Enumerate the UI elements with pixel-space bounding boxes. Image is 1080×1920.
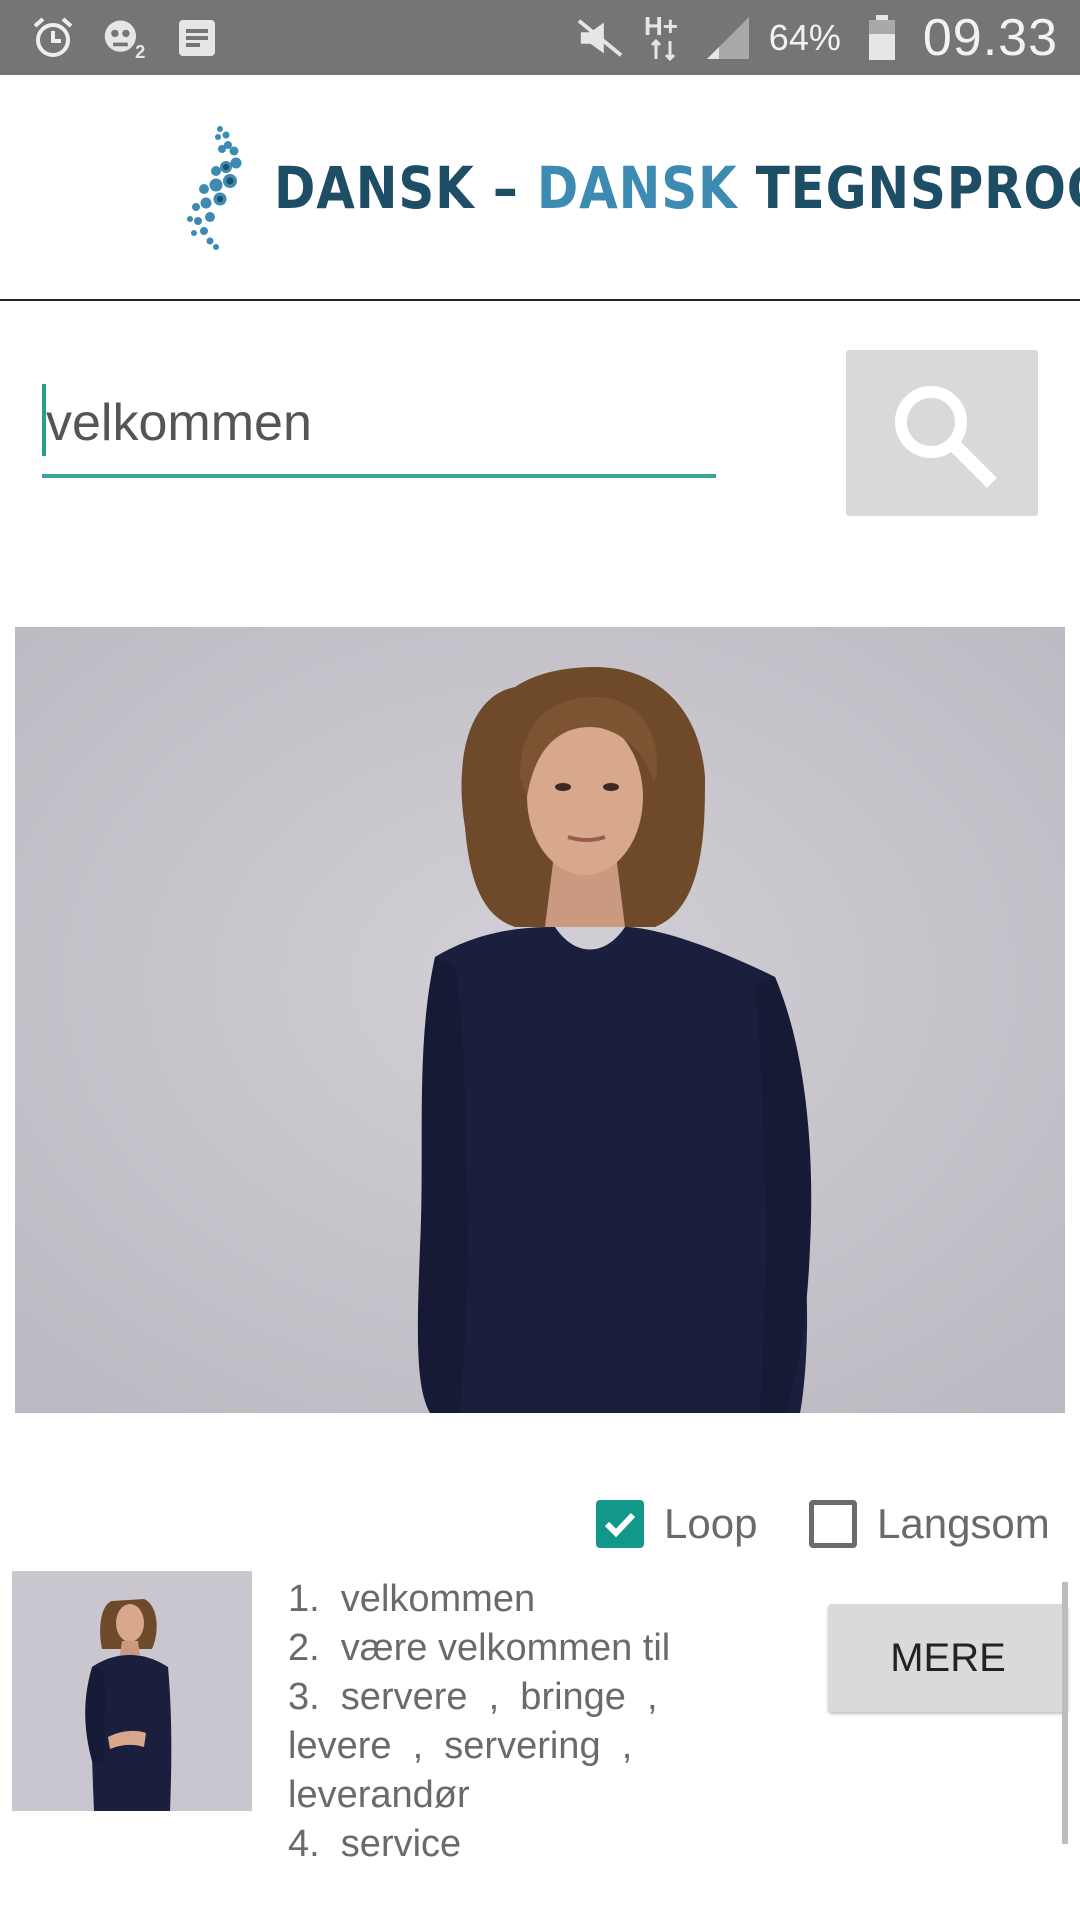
battery-percent: 64% — [768, 16, 841, 58]
notification-app-icon: 2 — [102, 15, 148, 62]
signal-icon — [705, 15, 751, 61]
loop-checkbox[interactable] — [596, 1500, 644, 1548]
logo-text: DANSK – DANSK TEGNSPROG — [274, 154, 1080, 222]
status-left-icons: 2 — [30, 10, 220, 65]
search-input[interactable] — [42, 372, 716, 478]
loop-label: Loop — [664, 1500, 758, 1547]
slow-label: Langsom — [877, 1500, 1050, 1547]
result-thumbnail[interactable] — [12, 1571, 252, 1811]
svg-text:H+: H+ — [644, 13, 678, 41]
app-header: DANSK – DANSK TEGNSPROG — [0, 75, 1080, 301]
result-item-4[interactable]: 4. service — [288, 1820, 748, 1869]
result-list: 1. velkommen 2. være velkommen til 3. se… — [288, 1575, 748, 1869]
result-item-3[interactable]: 3. servere , bringe , levere , servering… — [288, 1673, 748, 1820]
slow-checkbox[interactable] — [809, 1500, 857, 1548]
text-cursor — [42, 384, 46, 456]
signer-thumbnail-image — [12, 1571, 252, 1811]
slow-option[interactable]: Langsom — [809, 1494, 1050, 1554]
logo-text-part3: TEGNSPROG — [737, 154, 1080, 222]
battery-icon — [859, 14, 905, 61]
mute-icon — [577, 15, 623, 61]
more-button[interactable]: MERE — [828, 1604, 1068, 1712]
network-hplus-icon: H+ — [641, 13, 687, 61]
notes-icon — [174, 15, 220, 61]
checkmark-icon — [604, 1512, 636, 1538]
loop-option[interactable]: Loop — [596, 1494, 757, 1554]
logo-text-part2: DANSK — [536, 154, 738, 222]
result-item-1[interactable]: 1. velkommen — [288, 1575, 748, 1624]
search-icon — [895, 386, 997, 488]
results-scrollbar[interactable] — [1062, 1582, 1068, 1844]
status-bar: 2 H+ 64% 09.33 — [0, 0, 1080, 75]
svg-text:2: 2 — [135, 41, 145, 62]
app-logo: DANSK – DANSK TEGNSPROG — [182, 123, 1080, 253]
sign-video-player[interactable] — [15, 627, 1065, 1413]
result-item-2[interactable]: 2. være velkommen til — [288, 1624, 748, 1673]
alarm-icon — [30, 15, 76, 61]
logo-text-part1: DANSK – — [274, 154, 537, 222]
status-time: 09.33 — [922, 8, 1058, 67]
signer-video-frame — [15, 627, 1065, 1413]
logo-mark-icon — [187, 126, 242, 250]
status-right-icons: H+ 64% 09.33 — [577, 0, 1058, 75]
search-button[interactable] — [846, 350, 1038, 516]
